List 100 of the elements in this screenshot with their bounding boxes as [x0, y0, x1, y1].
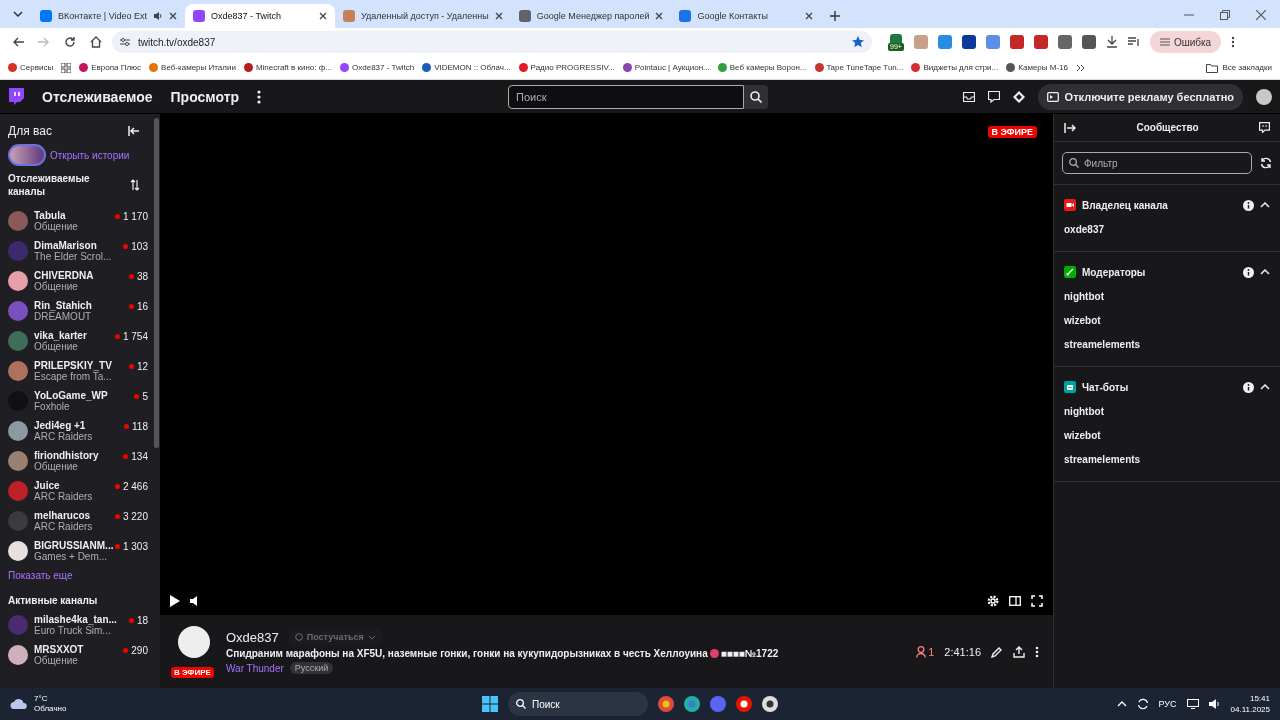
cloud-icon[interactable] [10, 698, 28, 710]
chevron-icon[interactable] [1076, 63, 1086, 72]
chat-icon[interactable] [987, 90, 1000, 103]
channel-item[interactable]: YoLoGame_WP Foxhole 5 [8, 386, 152, 416]
theatre-mode-icon[interactable] [1009, 596, 1021, 606]
bookmark[interactable]: Pointauc | Аукцион... [622, 63, 710, 72]
menu-icon[interactable] [1231, 36, 1236, 48]
member-name[interactable]: streamelements [1064, 332, 1270, 356]
play-icon[interactable] [170, 595, 180, 607]
browser-tab[interactable]: Удаленный доступ - Удаленны [335, 4, 511, 28]
discord-icon[interactable] [710, 696, 726, 712]
windows-logo-icon[interactable] [482, 696, 498, 712]
inbox-icon[interactable] [962, 91, 975, 102]
tag[interactable]: Русский [289, 662, 334, 674]
twitch-logo-icon[interactable] [8, 87, 24, 106]
browser-tab[interactable]: ВКонтакте | Video Ext [32, 4, 185, 28]
channel-name[interactable]: Oxde837 [226, 629, 279, 645]
download-icon[interactable] [1105, 36, 1118, 48]
clock-time[interactable]: 15:41 [1230, 693, 1270, 704]
fullscreen-icon[interactable] [1031, 595, 1043, 607]
browser-tab[interactable]: Oxde837 - Twitch [185, 4, 335, 28]
channel-item[interactable]: milashe4ka_tan... Euro Truck Sim... 18 [8, 610, 152, 640]
chevron-up-icon[interactable] [1116, 701, 1127, 707]
media-controls-icon[interactable] [1127, 36, 1140, 48]
channel-avatar[interactable] [178, 625, 210, 658]
bookmark[interactable]: Tape TuneTape Tun... [814, 63, 904, 72]
error-button[interactable]: Ошибка [1149, 31, 1222, 53]
channel-item[interactable]: Jedi4eg +1 ARC Raiders 118 [8, 416, 152, 446]
channel-item[interactable]: Tabula Общение 1 170 [8, 206, 152, 236]
more-icon[interactable] [257, 89, 262, 104]
game-link[interactable]: War Thunder [226, 662, 284, 674]
extension-icon[interactable] [1009, 35, 1024, 49]
edge-icon[interactable] [684, 696, 700, 712]
language-indicator[interactable]: РУС [1158, 699, 1177, 709]
filter-field[interactable]: Фильтр [1062, 152, 1252, 174]
address-bar[interactable]: twitch.tv/oxde837 [112, 31, 872, 53]
settings-icon[interactable] [987, 595, 999, 607]
bookmark[interactable]: Виджеты для стри... [911, 63, 999, 72]
more-icon[interactable] [1035, 645, 1039, 658]
collapse-chevron-icon[interactable] [1260, 202, 1270, 208]
browser-tab[interactable]: Google Менеджер паролей [510, 4, 672, 28]
clock-date[interactable]: 04.11.2025 [1230, 704, 1270, 715]
sort-icon[interactable] [130, 179, 140, 191]
bookmark[interactable]: Европа Плюс [79, 63, 142, 72]
channel-item[interactable]: melharucos ARC Raiders 3 220 [8, 506, 152, 536]
channel-item[interactable]: vika_karter Общение 1 754 [8, 326, 152, 356]
monitor-icon[interactable] [1186, 699, 1199, 709]
yandex-browser-icon[interactable] [736, 696, 752, 712]
story-avatars[interactable] [8, 144, 46, 166]
remove-ads-button[interactable]: Отключите рекламу бесплатно [1037, 83, 1243, 110]
close-icon[interactable] [655, 12, 664, 20]
bookmark[interactable]: Веб-камеры Италии [149, 63, 236, 72]
bookmark[interactable]: Веб камеры Ворон... [717, 63, 807, 72]
show-more-link[interactable]: Показать еще [8, 570, 152, 581]
restore-icon[interactable] [1220, 10, 1230, 20]
extension-icon[interactable] [961, 35, 976, 49]
bookmark[interactable]: Радио PROGRESSIV... [518, 63, 615, 72]
stories-link[interactable]: Открыть истории [50, 149, 130, 161]
obs-icon[interactable] [762, 696, 778, 712]
info-icon[interactable] [1243, 381, 1254, 393]
channel-item[interactable]: MRSXXOT Общение 290 [8, 640, 152, 670]
channel-item[interactable]: DimaMarison The Elder Scrol... 103 [8, 236, 152, 266]
bookmark[interactable]: Oxde837 - Twitch [340, 63, 415, 72]
channel-item[interactable]: CHIVERDNA Общение 38 [8, 266, 152, 296]
chrome-icon[interactable] [658, 696, 674, 712]
extension-icon[interactable] [1081, 35, 1096, 49]
collapse-chevron-icon[interactable] [1260, 384, 1270, 390]
sync-icon[interactable] [1136, 698, 1149, 710]
all-bookmarks-button[interactable]: Все закладки [1205, 62, 1272, 73]
star-icon[interactable] [852, 36, 864, 48]
refresh-icon[interactable] [1260, 157, 1272, 169]
channel-item[interactable]: firiondhistory Общение 134 [8, 446, 152, 476]
close-icon[interactable] [319, 12, 327, 20]
bookmark[interactable]: VIDEMON :: Облач... [422, 63, 511, 72]
extension-icon[interactable] [1033, 35, 1048, 49]
volume-icon[interactable] [1208, 699, 1221, 709]
pencil-icon[interactable] [991, 645, 1003, 658]
close-icon[interactable] [494, 12, 503, 20]
bookmark[interactable]: Камеры М-16 [1006, 63, 1068, 72]
info-icon[interactable] [1243, 266, 1254, 278]
search-field[interactable]: Поиск [508, 84, 745, 109]
scrollbar[interactable] [153, 118, 159, 448]
channel-item[interactable]: Juice ARC Raiders 2 466 [8, 476, 152, 506]
member-name[interactable]: oxde837 [1064, 217, 1270, 241]
member-name[interactable]: nightbot [1064, 399, 1270, 423]
search-button[interactable] [744, 84, 769, 109]
taskbar-search[interactable]: Поиск [508, 692, 648, 716]
close-icon[interactable] [169, 12, 177, 20]
collapse-icon[interactable] [128, 126, 140, 136]
close-icon[interactable] [1256, 10, 1266, 20]
channel-item[interactable]: PRILEPSKIY_TV Escape from Ta... 12 [8, 356, 152, 386]
channel-item[interactable]: BIGRUSSIANM... Games + Dem... 1 303 [8, 536, 152, 566]
user-avatar[interactable] [1256, 88, 1272, 105]
bookmark[interactable]: Сервисы [8, 63, 54, 72]
member-name[interactable]: wizebot [1064, 423, 1270, 447]
member-name[interactable]: wizebot [1064, 308, 1270, 332]
member-name[interactable]: nightbot [1064, 284, 1270, 308]
nav-link[interactable]: Просмотр [170, 88, 240, 105]
share-icon[interactable] [1013, 645, 1025, 658]
collapse-panel-icon[interactable] [1064, 122, 1076, 133]
